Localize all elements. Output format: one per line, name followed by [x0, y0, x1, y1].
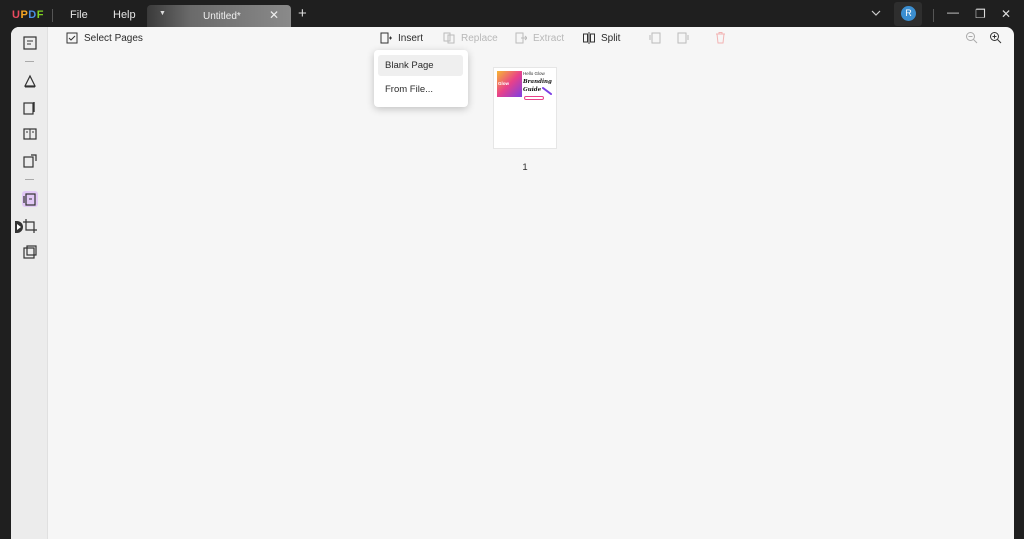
- tab-title: Untitled*: [203, 11, 241, 22]
- left-tool-sidebar: [11, 27, 48, 539]
- select-pages-button[interactable]: Select Pages: [66, 32, 143, 44]
- chevron-down-icon[interactable]: [871, 8, 881, 18]
- extract-button[interactable]: Extract: [515, 32, 564, 44]
- split-icon: [583, 32, 595, 44]
- menu-file[interactable]: File: [70, 9, 88, 21]
- thumbnail-line: Branding: [523, 79, 552, 85]
- replace-icon: [443, 32, 455, 44]
- edit-pdf-icon[interactable]: [22, 100, 38, 116]
- page-number-label: 1: [522, 162, 528, 173]
- restore-button[interactable]: ❐: [975, 7, 986, 21]
- avatar: R: [901, 6, 916, 21]
- replace-label: Replace: [461, 32, 498, 44]
- extract-icon: [515, 32, 527, 44]
- form-icon[interactable]: [22, 126, 38, 142]
- insert-dropdown-menu: Blank Page From File...: [374, 50, 468, 107]
- updf-logo: UPDF: [12, 9, 44, 21]
- logo-letter: D: [28, 9, 37, 21]
- insert-icon: [380, 32, 392, 44]
- account-button[interactable]: R: [894, 2, 922, 26]
- sidebar-divider: [25, 61, 34, 62]
- delete-page-icon[interactable]: [714, 31, 727, 44]
- tab-caret-icon[interactable]: ▼: [159, 10, 166, 17]
- split-label: Split: [601, 32, 621, 44]
- thumbnail-brush-graphic: [542, 87, 552, 95]
- minimize-button[interactable]: —: [947, 5, 959, 19]
- thumbnail-line: Guide: [523, 87, 542, 93]
- insert-label: Insert: [398, 32, 424, 44]
- title-divider: [933, 9, 934, 22]
- reader-icon[interactable]: [22, 35, 38, 51]
- tab-close-icon[interactable]: ✕: [269, 8, 279, 22]
- close-window-button[interactable]: ✕: [1001, 7, 1011, 21]
- extract-label: Extract: [533, 32, 565, 44]
- title-divider: [52, 9, 53, 22]
- rotate-left-icon[interactable]: [649, 31, 662, 44]
- comment-icon[interactable]: [22, 73, 38, 89]
- insert-button[interactable]: Insert: [380, 32, 423, 44]
- title-bar: UPDF File Help ▼ Untitled* ✕ + R — ❐ ✕: [0, 0, 1024, 30]
- select-pages-label: Select Pages: [84, 32, 143, 44]
- document-tab[interactable]: ▼ Untitled* ✕: [147, 5, 291, 27]
- logo-letter: P: [20, 9, 29, 21]
- replace-button[interactable]: Replace: [443, 32, 498, 44]
- zoom-in-icon[interactable]: [989, 31, 1002, 44]
- thumbnail-line: Hello Glow: [523, 71, 545, 76]
- crop-page-icon[interactable]: [22, 218, 38, 234]
- sidebar-divider: [25, 179, 34, 180]
- logo-letter: F: [36, 9, 44, 21]
- rotate-right-icon[interactable]: [676, 31, 689, 44]
- menu-item-blank-page[interactable]: Blank Page: [378, 55, 463, 76]
- menu-help[interactable]: Help: [113, 9, 136, 21]
- thumbnail-badge-text: Glow: [498, 81, 509, 86]
- sign-icon[interactable]: [22, 153, 38, 169]
- new-tab-button[interactable]: +: [298, 5, 307, 22]
- thumbnail-gradient-graphic: Glow: [497, 71, 522, 97]
- zoom-out-icon[interactable]: [965, 31, 978, 44]
- thumbnail-pill-graphic: [524, 96, 544, 100]
- select-pages-icon: [66, 32, 78, 44]
- menu-item-from-file[interactable]: From File...: [378, 79, 463, 100]
- split-button[interactable]: Split: [583, 32, 620, 44]
- protect-icon[interactable]: [22, 244, 38, 260]
- page-thumbnail[interactable]: Glow Hello Glow Branding Guide: [493, 67, 557, 149]
- logo-letter: U: [12, 9, 21, 21]
- organize-pages-icon[interactable]: [22, 191, 38, 207]
